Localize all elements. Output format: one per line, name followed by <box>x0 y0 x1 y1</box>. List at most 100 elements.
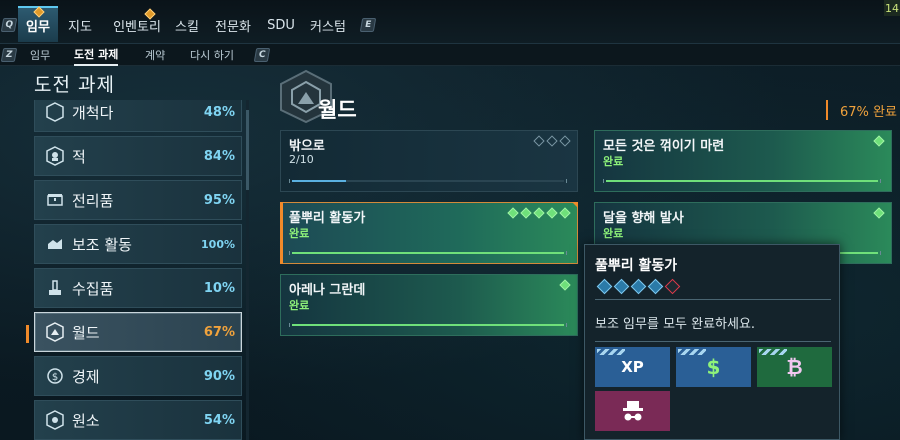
loot-icon <box>44 189 66 211</box>
challenge-status: 완료 <box>603 227 624 240</box>
category-label: 월드 <box>72 323 100 342</box>
challenge-status: 완료 <box>603 155 624 168</box>
divider <box>595 299 831 300</box>
sub-nav: Z 임무 도전 과제 계약 다시 하기 C <box>0 44 900 66</box>
tab-customize[interactable]: 커스텀 <box>308 10 348 40</box>
category-label: 수집품 <box>72 279 114 298</box>
collectible-icon <box>44 277 66 299</box>
challenge-card[interactable]: 풀뿌리 활동가 완료 <box>280 202 578 264</box>
progress-bar <box>289 251 567 255</box>
tooltip-tier-pips <box>596 278 681 295</box>
subtab-replay[interactable]: 다시 하기 <box>190 44 234 66</box>
category-percent: 10% <box>203 280 235 296</box>
category-percent: 67% <box>203 324 235 340</box>
challenge-status: 완료 <box>289 299 310 312</box>
tier-pip <box>873 135 885 147</box>
highlight-edge <box>280 202 283 264</box>
category-percent: 48% <box>203 104 235 120</box>
section-title: 도전 과제 <box>34 74 115 96</box>
scrollbar-thumb[interactable] <box>246 110 249 190</box>
element-icon <box>44 409 66 431</box>
tooltip-title: 풀뿌리 활동가 <box>595 258 678 274</box>
category-percent: 84% <box>203 148 235 164</box>
tier-pips <box>559 279 571 291</box>
category-label: 적 <box>72 147 86 166</box>
progress-bar <box>289 179 567 183</box>
tab-sdu[interactable]: SDU <box>266 10 296 40</box>
zone-title: 월드 <box>318 98 357 122</box>
left-key-hint: Q <box>0 18 18 32</box>
category-item-economy[interactable]: $ 경제 90% <box>34 356 242 396</box>
challenge-card[interactable]: 밖으로 2/10 <box>280 130 578 192</box>
tier-pip <box>546 135 558 147</box>
category-item-side-activities[interactable]: 보조 활동 100% <box>34 224 242 264</box>
tier-pips <box>533 135 571 147</box>
tier-pip <box>873 207 885 219</box>
progress-bar <box>289 323 567 327</box>
category-item-loot[interactable]: 전리품 95% <box>34 180 242 220</box>
tier-pips <box>873 135 885 147</box>
premium-currency-reward: ₿ <box>757 347 832 387</box>
challenge-title: 달을 향해 발사 <box>603 211 684 226</box>
challenge-title: 아레나 그란데 <box>289 283 366 298</box>
category-label: 경제 <box>72 367 100 386</box>
left-subkey-hint: Z <box>0 48 18 62</box>
corner-marker <box>572 202 578 208</box>
challenge-title: 밖으로 <box>289 139 325 154</box>
category-item-enemies[interactable]: 적 84% <box>34 136 242 176</box>
tooltip-description: 보조 임무를 모두 완료하세요. <box>595 317 756 332</box>
divider <box>595 341 831 342</box>
tab-inventory[interactable]: 인벤토리 <box>104 10 170 40</box>
economy-icon: $ <box>44 365 66 387</box>
subtab-contracts[interactable]: 계약 <box>145 44 165 66</box>
premium-currency-icon: ₿ <box>786 354 803 379</box>
challenge-card[interactable]: 아레나 그란데 완료 <box>280 274 578 336</box>
challenge-tooltip: 풀뿌리 활동가 보조 임무를 모두 완료하세요. XP $ ₿ <box>584 244 840 440</box>
tier-pip <box>507 207 519 219</box>
tier-pip <box>533 135 545 147</box>
selection-marker <box>26 325 29 343</box>
category-list[interactable]: 개척다 48% 적 84% 전리품 95% 보조 활동 100% 수집품 10%… <box>30 100 260 440</box>
tab-skills[interactable]: 스킬 <box>174 10 200 40</box>
tier-pip <box>546 207 558 219</box>
pioneer-icon <box>44 101 66 123</box>
tier-pip <box>596 278 613 295</box>
money-reward: $ <box>676 347 751 387</box>
enemy-icon <box>44 145 66 167</box>
locked-tier-pip <box>664 278 681 295</box>
tier-pip <box>559 135 571 147</box>
world-icon <box>44 321 66 343</box>
category-label: 보조 활동 <box>72 235 132 254</box>
category-label: 원소 <box>72 411 100 430</box>
category-item-world[interactable]: 월드 67% <box>34 312 242 352</box>
category-item-collectibles[interactable]: 수집품 10% <box>34 268 242 308</box>
cosmetic-reward <box>595 391 670 431</box>
tier-pip <box>533 207 545 219</box>
challenge-card[interactable]: 모든 것은 꺾이기 마련 완료 <box>594 130 892 192</box>
challenge-title: 풀뿌리 활동가 <box>289 211 366 226</box>
category-percent: 90% <box>203 368 235 384</box>
category-item-pioneer[interactable]: 개척다 48% <box>34 100 242 132</box>
subtab-challenges[interactable]: 도전 과제 <box>74 44 119 66</box>
category-percent: 95% <box>203 192 235 208</box>
subtab-missions[interactable]: 임무 <box>30 44 50 66</box>
completion-status: 67% 완료 <box>826 100 897 120</box>
tier-pip <box>647 278 664 295</box>
dollar-icon: $ <box>706 355 721 379</box>
tab-map[interactable]: 지도 <box>64 10 96 40</box>
category-label: 개척다 <box>72 103 114 122</box>
tier-pips <box>507 207 571 219</box>
tier-pips <box>873 207 885 219</box>
xp-reward: XP <box>595 347 670 387</box>
category-percent: 100% <box>201 237 235 251</box>
tier-pip <box>630 278 647 295</box>
category-item-elements[interactable]: 원소 54% <box>34 400 242 440</box>
tier-pip <box>559 279 571 291</box>
tab-specializations[interactable]: 전문화 <box>208 10 258 40</box>
tier-pip <box>559 207 571 219</box>
xp-icon: XP <box>621 358 644 376</box>
outfit-icon <box>622 401 643 421</box>
category-label: 전리품 <box>72 191 114 210</box>
category-percent: 54% <box>203 412 235 428</box>
challenge-status: 완료 <box>289 227 310 240</box>
